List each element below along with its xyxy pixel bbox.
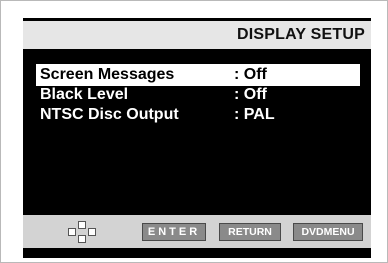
page-title: DISPLAY SETUP xyxy=(237,26,365,43)
menu-item-screen-messages[interactable]: Screen Messages : Off xyxy=(36,64,360,86)
outer-frame: DISPLAY SETUP Screen Messages : Off Blac… xyxy=(0,0,388,263)
button-guide-bar: ENTER RETURN DVDMENU xyxy=(23,215,371,248)
menu-item-label: Screen Messages xyxy=(40,66,175,83)
dpad-left-icon xyxy=(68,228,76,236)
dpad-icon xyxy=(65,221,99,243)
dpad-up-icon xyxy=(78,221,86,229)
menu-item-label: NTSC Disc Output xyxy=(40,106,179,123)
menu-item-value: : Off xyxy=(234,66,267,83)
return-button[interactable]: RETURN xyxy=(219,223,281,241)
dpad-down-icon xyxy=(78,235,86,243)
menu-header: DISPLAY SETUP xyxy=(23,21,371,49)
dvdmenu-button[interactable]: DVDMENU xyxy=(293,223,363,241)
dpad-right-icon xyxy=(88,228,96,236)
enter-button[interactable]: ENTER xyxy=(142,223,206,241)
menu-item-value: : Off xyxy=(234,86,267,103)
tv-screen: DISPLAY SETUP Screen Messages : Off Blac… xyxy=(23,18,371,258)
menu-item-ntsc-disc-output[interactable]: NTSC Disc Output : PAL xyxy=(36,104,360,126)
menu-item-black-level[interactable]: Black Level : Off xyxy=(36,84,360,106)
menu-item-value: : PAL xyxy=(234,106,275,123)
menu-item-label: Black Level xyxy=(40,86,129,103)
